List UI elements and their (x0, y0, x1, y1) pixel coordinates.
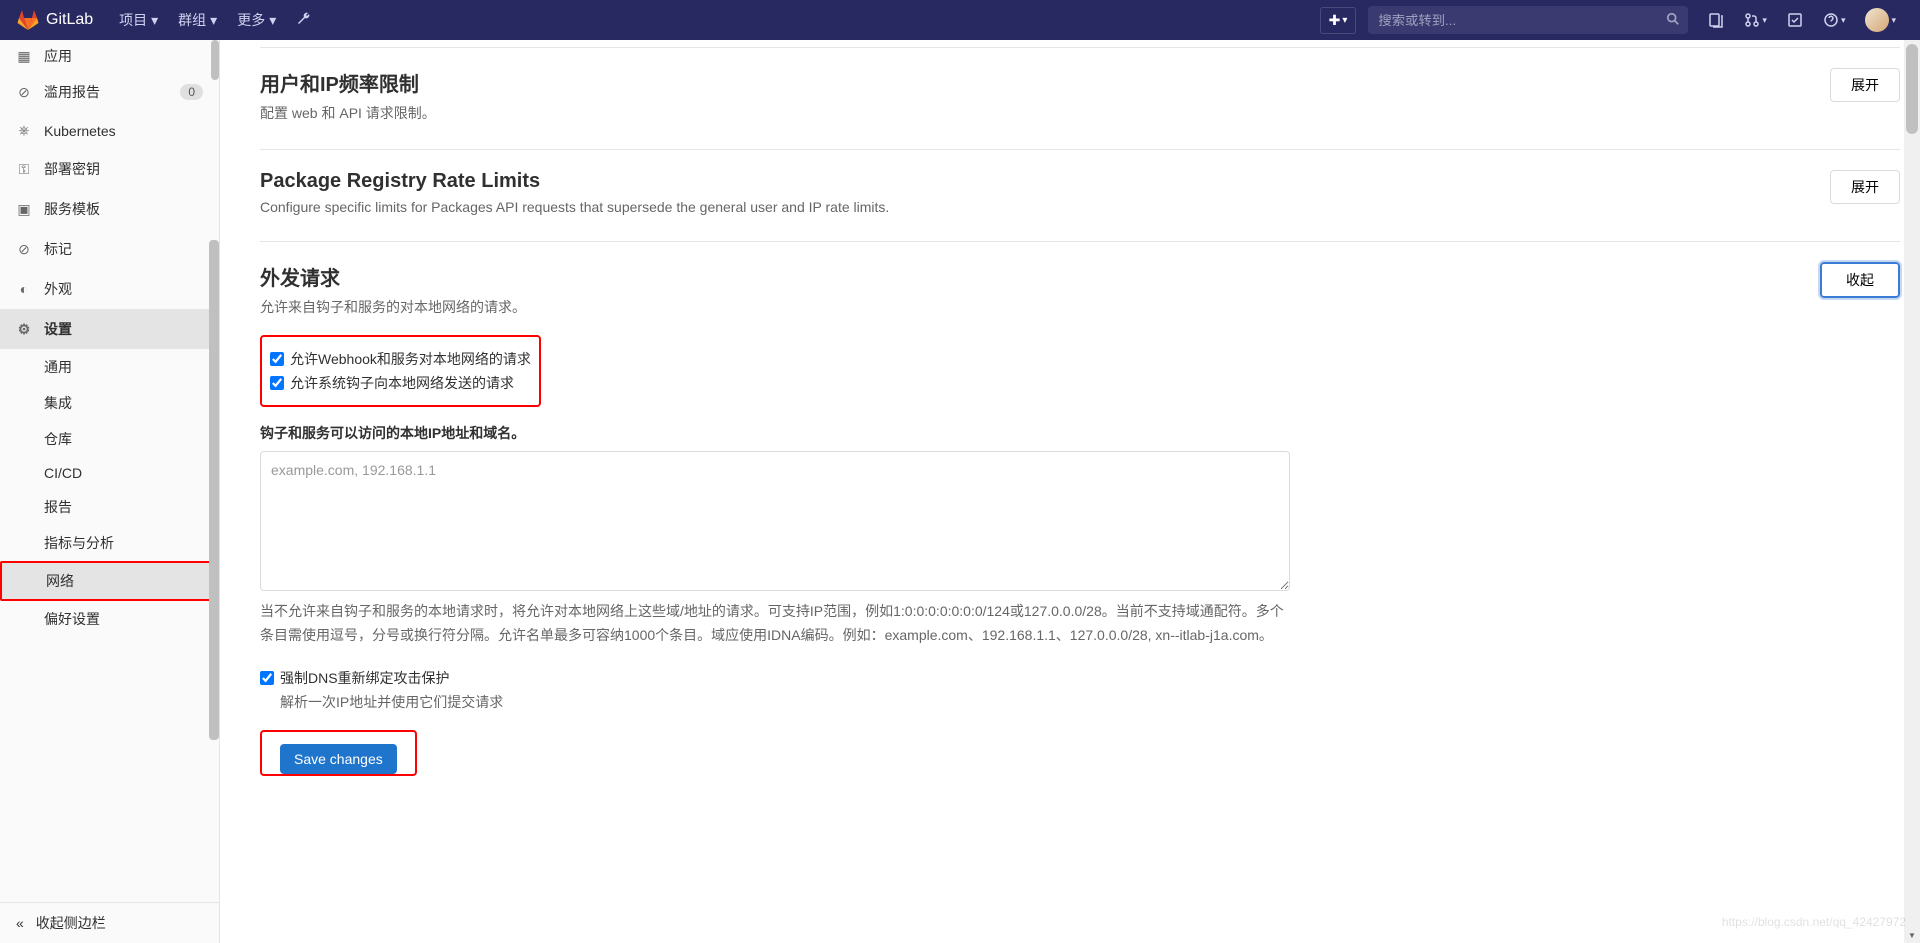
sidebar-scrollbar-inner[interactable] (211, 40, 219, 80)
sidebar-label: Kubernetes (44, 123, 116, 139)
outbound-checkbox-group: 允许Webhook和服务对本地网络的请求 允许系统钩子向本地网络发送的请求 (260, 335, 541, 407)
sidebar-label: 设置 (44, 319, 72, 339)
sidebar-label: 服务模板 (44, 199, 100, 219)
checkbox-allow-system-hooks[interactable]: 允许系统钩子向本地网络发送的请求 (270, 371, 531, 395)
avatar (1865, 8, 1889, 32)
sidebar-subitem-metrics[interactable]: 指标与分析 (0, 525, 219, 561)
sidebar-item-kubernetes[interactable]: ⎈ Kubernetes (0, 112, 219, 149)
section-title: 用户和IP频率限制 (260, 68, 436, 97)
main-content: 用户和IP频率限制 配置 web 和 API 请求限制。 展开 Package … (220, 40, 1920, 836)
appearance-icon: ◐ (16, 281, 32, 297)
shield-icon: ⊘ (16, 84, 32, 101)
help-icon[interactable]: ▾ (1815, 6, 1854, 34)
section-title: 外发请求 (260, 262, 526, 291)
chevron-down-icon: ▾ (1762, 15, 1767, 26)
sidebar-subitem-reporting[interactable]: 报告 (0, 489, 219, 525)
checkbox-label: 允许系统钩子向本地网络发送的请求 (290, 373, 514, 393)
checkbox-label: 强制DNS重新绑定攻击保护 (280, 668, 450, 688)
sidebar-label: 部署密钥 (44, 159, 100, 179)
sidebar-subitem-network[interactable]: 网络 (0, 561, 219, 601)
collapse-label: 收起侧边栏 (36, 913, 106, 933)
chevron-down-icon: ▾ (1841, 15, 1846, 26)
template-icon: ▣ (16, 201, 32, 218)
admin-wrench-icon[interactable] (286, 5, 322, 36)
kubernetes-icon: ⎈ (16, 122, 32, 139)
sidebar-label: 外观 (44, 279, 72, 299)
search-input[interactable] (1368, 6, 1688, 34)
expand-button[interactable]: 展开 (1830, 68, 1900, 102)
section-desc: 允许来自钩子和服务的对本地网络的请求。 (260, 297, 526, 317)
user-menu[interactable]: ▾ (1857, 2, 1904, 38)
sidebar-subitem-cicd[interactable]: CI/CD (0, 457, 219, 489)
section-desc: Configure specific limits for Packages A… (260, 199, 889, 215)
allowlist-help: 当不允许来自钩子和服务的本地请求时，将允许对本地网络上这些域/地址的请求。可支持… (260, 600, 1290, 648)
sidebar-label: 滥用报告 (44, 82, 100, 102)
collapse-icon: « (16, 915, 24, 931)
gitlab-icon (16, 8, 40, 32)
collapse-button[interactable]: 收起 (1820, 262, 1900, 298)
sidebar-badge: 0 (180, 84, 203, 100)
plus-icon: ✚ (1329, 12, 1341, 29)
issues-icon[interactable] (1700, 6, 1732, 34)
checkbox-input[interactable] (270, 376, 284, 390)
nav-more[interactable]: 更多 ▾ (227, 4, 286, 36)
section-title: Package Registry Rate Limits (260, 170, 889, 193)
section-outbound: 外发请求 允许来自钩子和服务的对本地网络的请求。 收起 允许Webhook和服务… (260, 242, 1900, 796)
sidebar-subitem-repository[interactable]: 仓库 (0, 421, 219, 457)
checkbox-input[interactable] (260, 671, 274, 685)
checkbox-input[interactable] (270, 352, 284, 366)
nav-groups[interactable]: 群组 ▾ (168, 4, 227, 36)
section-desc: 配置 web 和 API 请求限制。 (260, 103, 436, 123)
allowlist-textarea[interactable] (260, 451, 1290, 591)
chevron-down-icon: ▾ (269, 12, 276, 29)
top-navbar: GitLab 项目 ▾ 群组 ▾ 更多 ▾ ✚ ▾ ▾ (0, 0, 1920, 40)
sidebar-item-settings[interactable]: ⚙ 设置 (0, 309, 219, 349)
allowlist-label: 钩子和服务可以访问的本地IP地址和域名。 (260, 423, 1900, 443)
merge-requests-icon[interactable]: ▾ (1736, 6, 1775, 34)
section-package-registry: Package Registry Rate Limits Configure s… (260, 150, 1900, 242)
search-icon (1666, 12, 1680, 29)
sidebar-subitem-integrations[interactable]: 集成 (0, 385, 219, 421)
checkbox-allow-webhooks[interactable]: 允许Webhook和服务对本地网络的请求 (270, 347, 531, 371)
scroll-down-icon[interactable]: ▼ (1904, 927, 1920, 943)
chevron-down-icon: ▾ (1891, 15, 1896, 26)
watermark: https://blog.csdn.net/qq_42427972 (1722, 915, 1906, 929)
chevron-down-icon: ▾ (1342, 15, 1347, 26)
chevron-down-icon: ▾ (210, 12, 217, 29)
sidebar-label: 标记 (44, 239, 72, 259)
key-icon: ⚿ (16, 161, 32, 178)
sidebar: ▦ 应用 ⊘ 滥用报告 0 ⎈ Kubernetes ⚿ 部署密钥 ▣ 服务模板… (0, 40, 220, 943)
sidebar-scrollbar-outer[interactable] (209, 240, 219, 740)
sidebar-item-abuse[interactable]: ⊘ 滥用报告 0 (0, 72, 219, 112)
brand-name: GitLab (46, 11, 93, 29)
save-button[interactable]: Save changes (280, 744, 397, 774)
grid-icon: ▦ (16, 48, 32, 65)
sidebar-label: 应用 (44, 46, 72, 66)
save-highlight: Save changes (260, 730, 417, 776)
sidebar-item-service-templates[interactable]: ▣ 服务模板 (0, 189, 219, 229)
gitlab-logo[interactable]: GitLab (16, 8, 93, 32)
sidebar-item-apps[interactable]: ▦ 应用 (0, 40, 219, 72)
sidebar-item-labels[interactable]: ⊘ 标记 (0, 229, 219, 269)
checkbox-label: 允许Webhook和服务对本地网络的请求 (290, 349, 531, 369)
expand-button[interactable]: 展开 (1830, 170, 1900, 204)
sidebar-subitem-preferences[interactable]: 偏好设置 (0, 601, 219, 637)
nav-projects[interactable]: 项目 ▾ (109, 4, 168, 36)
checkbox-dns-rebind[interactable]: 强制DNS重新绑定攻击保护 (260, 666, 1900, 690)
sidebar-subitem-general[interactable]: 通用 (0, 349, 219, 385)
tag-icon: ⊘ (16, 241, 32, 258)
page-scrollbar[interactable]: ▲ ▼ (1904, 40, 1920, 943)
scroll-thumb[interactable] (1906, 44, 1918, 134)
todos-icon[interactable] (1779, 6, 1811, 34)
chevron-down-icon: ▾ (151, 12, 158, 29)
sidebar-item-deploy-keys[interactable]: ⚿ 部署密钥 (0, 149, 219, 189)
sidebar-item-appearance[interactable]: ◐ 外观 (0, 269, 219, 309)
collapse-sidebar[interactable]: « 收起侧边栏 (0, 902, 219, 943)
section-rate-limit: 用户和IP频率限制 配置 web 和 API 请求限制。 展开 (260, 48, 1900, 150)
new-dropdown[interactable]: ✚ ▾ (1320, 7, 1357, 34)
dns-sub-desc: 解析一次IP地址并使用它们提交请求 (280, 692, 1900, 712)
gear-icon: ⚙ (16, 321, 32, 338)
